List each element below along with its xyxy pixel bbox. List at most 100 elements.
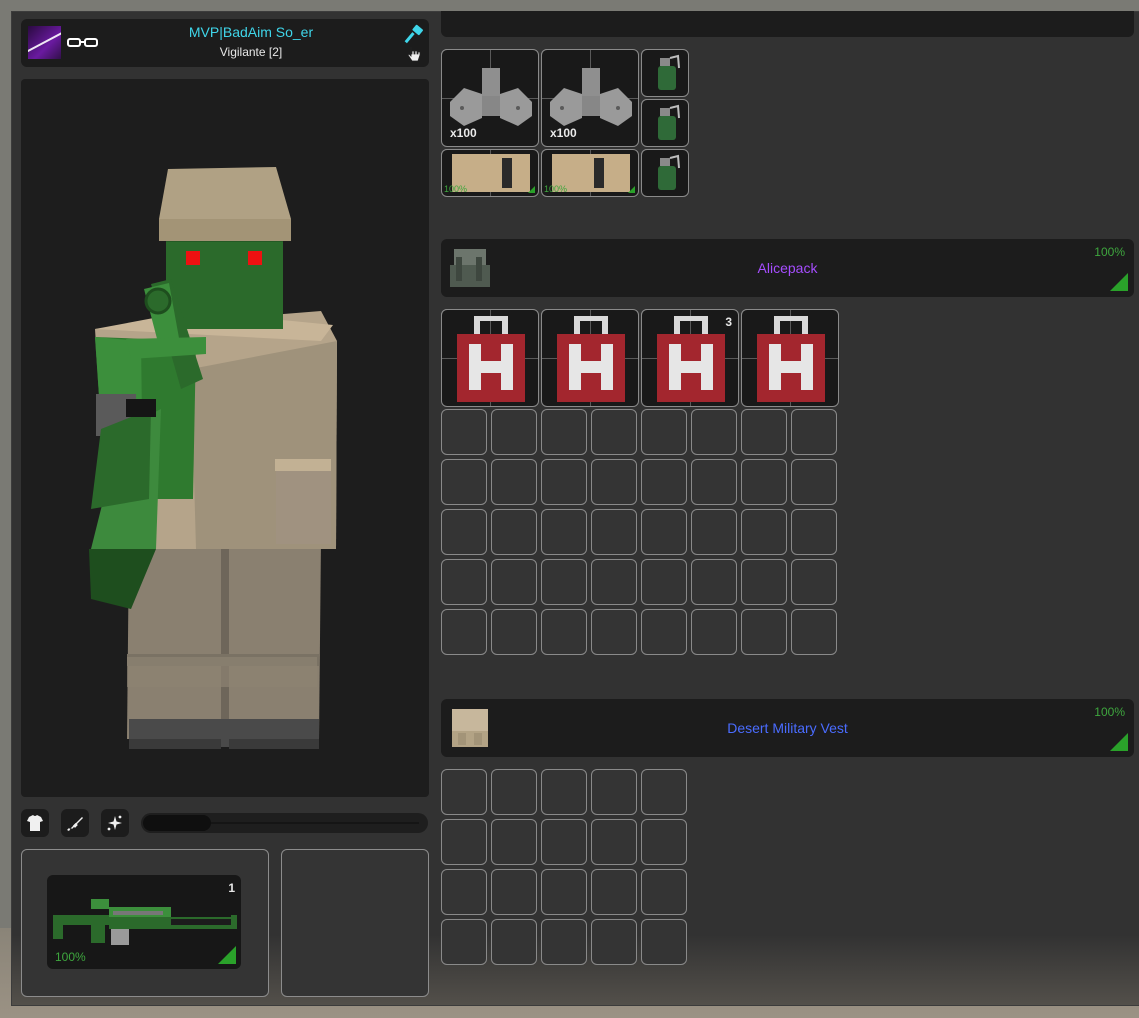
inventory-cell[interactable] (491, 559, 537, 605)
weapons-button[interactable] (61, 809, 89, 837)
inventory-cell[interactable] (541, 509, 587, 555)
primary-weapon-slot[interactable]: 1 100% (21, 849, 269, 997)
inventory-cell[interactable] (641, 509, 687, 555)
inventory-cell[interactable] (541, 819, 587, 865)
inventory-cell[interactable] (641, 559, 687, 605)
inventory-cell[interactable] (441, 919, 487, 965)
inventory-cell[interactable] (491, 869, 537, 915)
inventory-cell[interactable] (641, 409, 687, 455)
character-preview[interactable] (21, 79, 429, 797)
inventory-cell[interactable] (541, 769, 587, 815)
inventory-cell[interactable] (541, 559, 587, 605)
inventory-cell[interactable] (441, 819, 487, 865)
item-grenade[interactable] (641, 49, 689, 97)
inventory-cell[interactable] (591, 769, 637, 815)
item-grenade[interactable] (641, 99, 689, 147)
inventory-cell[interactable] (541, 869, 587, 915)
inventory-cell[interactable] (591, 609, 637, 655)
secondary-weapon-slot[interactable] (281, 849, 429, 997)
quality-indicator (218, 946, 236, 964)
item-cardboard-box[interactable]: 100% (441, 149, 539, 197)
inventory-cell[interactable] (591, 869, 637, 915)
inventory-cell[interactable] (741, 409, 787, 455)
inventory-cell[interactable] (541, 609, 587, 655)
inventory-cell[interactable] (491, 819, 537, 865)
zoom-slider-thumb[interactable] (143, 815, 211, 831)
zoom-slider[interactable] (141, 813, 428, 833)
inventory-cell[interactable] (691, 459, 737, 505)
item-metal-scrap[interactable]: x100 (441, 49, 539, 147)
hammer-icon[interactable] (404, 24, 424, 44)
inventory-cell[interactable] (491, 769, 537, 815)
clothing-button[interactable] (21, 809, 49, 837)
inventory-cell[interactable] (791, 609, 837, 655)
metal-scrap-icon (550, 68, 632, 126)
vest-header[interactable]: Desert Military Vest 100% (441, 699, 1134, 757)
inventory-cell[interactable] (591, 919, 637, 965)
backpack-header[interactable]: Alicepack 100% (441, 239, 1134, 297)
grenade-icon (658, 54, 680, 90)
backpack-title: Alicepack (757, 260, 818, 276)
inventory-cell[interactable] (791, 509, 837, 555)
inventory-cell[interactable] (791, 409, 837, 455)
inventory-cell[interactable] (591, 819, 637, 865)
item-grenade[interactable] (641, 149, 689, 197)
inventory-cell[interactable] (641, 919, 687, 965)
inventory-cell[interactable] (741, 509, 787, 555)
top-container-bar (441, 11, 1134, 37)
inventory-cell[interactable] (441, 769, 487, 815)
item-cardboard-box[interactable]: 100% (541, 149, 639, 197)
inventory-cell[interactable] (591, 559, 637, 605)
item-quantity: x100 (450, 126, 477, 140)
inventory-cell[interactable] (741, 609, 787, 655)
medkit-icon (657, 316, 725, 402)
inventory-cell[interactable] (441, 559, 487, 605)
inventory-cell[interactable] (741, 559, 787, 605)
inventory-cell[interactable] (541, 409, 587, 455)
item-medkit[interactable] (741, 309, 839, 407)
inventory-cell[interactable] (641, 769, 687, 815)
inventory-cell[interactable] (441, 609, 487, 655)
inventory-cell[interactable] (791, 459, 837, 505)
medkit-icon (557, 316, 625, 402)
grenade-icon (658, 154, 680, 190)
inventory-cell[interactable] (641, 459, 687, 505)
character-model (89, 167, 337, 749)
inventory-cell[interactable] (691, 559, 737, 605)
item-medkit[interactable] (541, 309, 639, 407)
assault-rifle-icon (53, 899, 237, 945)
inventory-cell[interactable] (641, 609, 687, 655)
inventory-cell[interactable] (691, 409, 737, 455)
sparkle-icon (107, 815, 122, 831)
inventory-cell[interactable] (441, 869, 487, 915)
inventory-cell[interactable] (591, 459, 637, 505)
inventory-cell[interactable] (491, 919, 537, 965)
inventory-cell[interactable] (741, 459, 787, 505)
item-medkit[interactable]: 3 (641, 309, 739, 407)
inventory-cell[interactable] (791, 559, 837, 605)
inventory-cell[interactable] (491, 509, 537, 555)
vest-title: Desert Military Vest (727, 720, 848, 736)
item-quantity: x100 (550, 126, 577, 140)
inventory-cell[interactable] (441, 459, 487, 505)
inventory-cell[interactable] (491, 409, 537, 455)
inventory-cell[interactable] (691, 609, 737, 655)
grenade-icon (658, 104, 680, 140)
inventory-cell[interactable] (491, 609, 537, 655)
item-metal-scrap[interactable]: x100 (541, 49, 639, 147)
inventory-cell[interactable] (541, 919, 587, 965)
weapon-item[interactable]: 1 100% (47, 875, 241, 969)
skills-button[interactable] (101, 809, 129, 837)
inventory-cell[interactable] (541, 459, 587, 505)
medkit-icon (457, 316, 525, 402)
inventory-cell[interactable] (591, 409, 637, 455)
inventory-cell[interactable] (641, 869, 687, 915)
inventory-cell[interactable] (591, 509, 637, 555)
item-count: 3 (725, 315, 732, 329)
inventory-cell[interactable] (441, 509, 487, 555)
inventory-cell[interactable] (491, 459, 537, 505)
inventory-cell[interactable] (691, 509, 737, 555)
inventory-cell[interactable] (641, 819, 687, 865)
item-medkit[interactable] (441, 309, 539, 407)
inventory-cell[interactable] (441, 409, 487, 455)
